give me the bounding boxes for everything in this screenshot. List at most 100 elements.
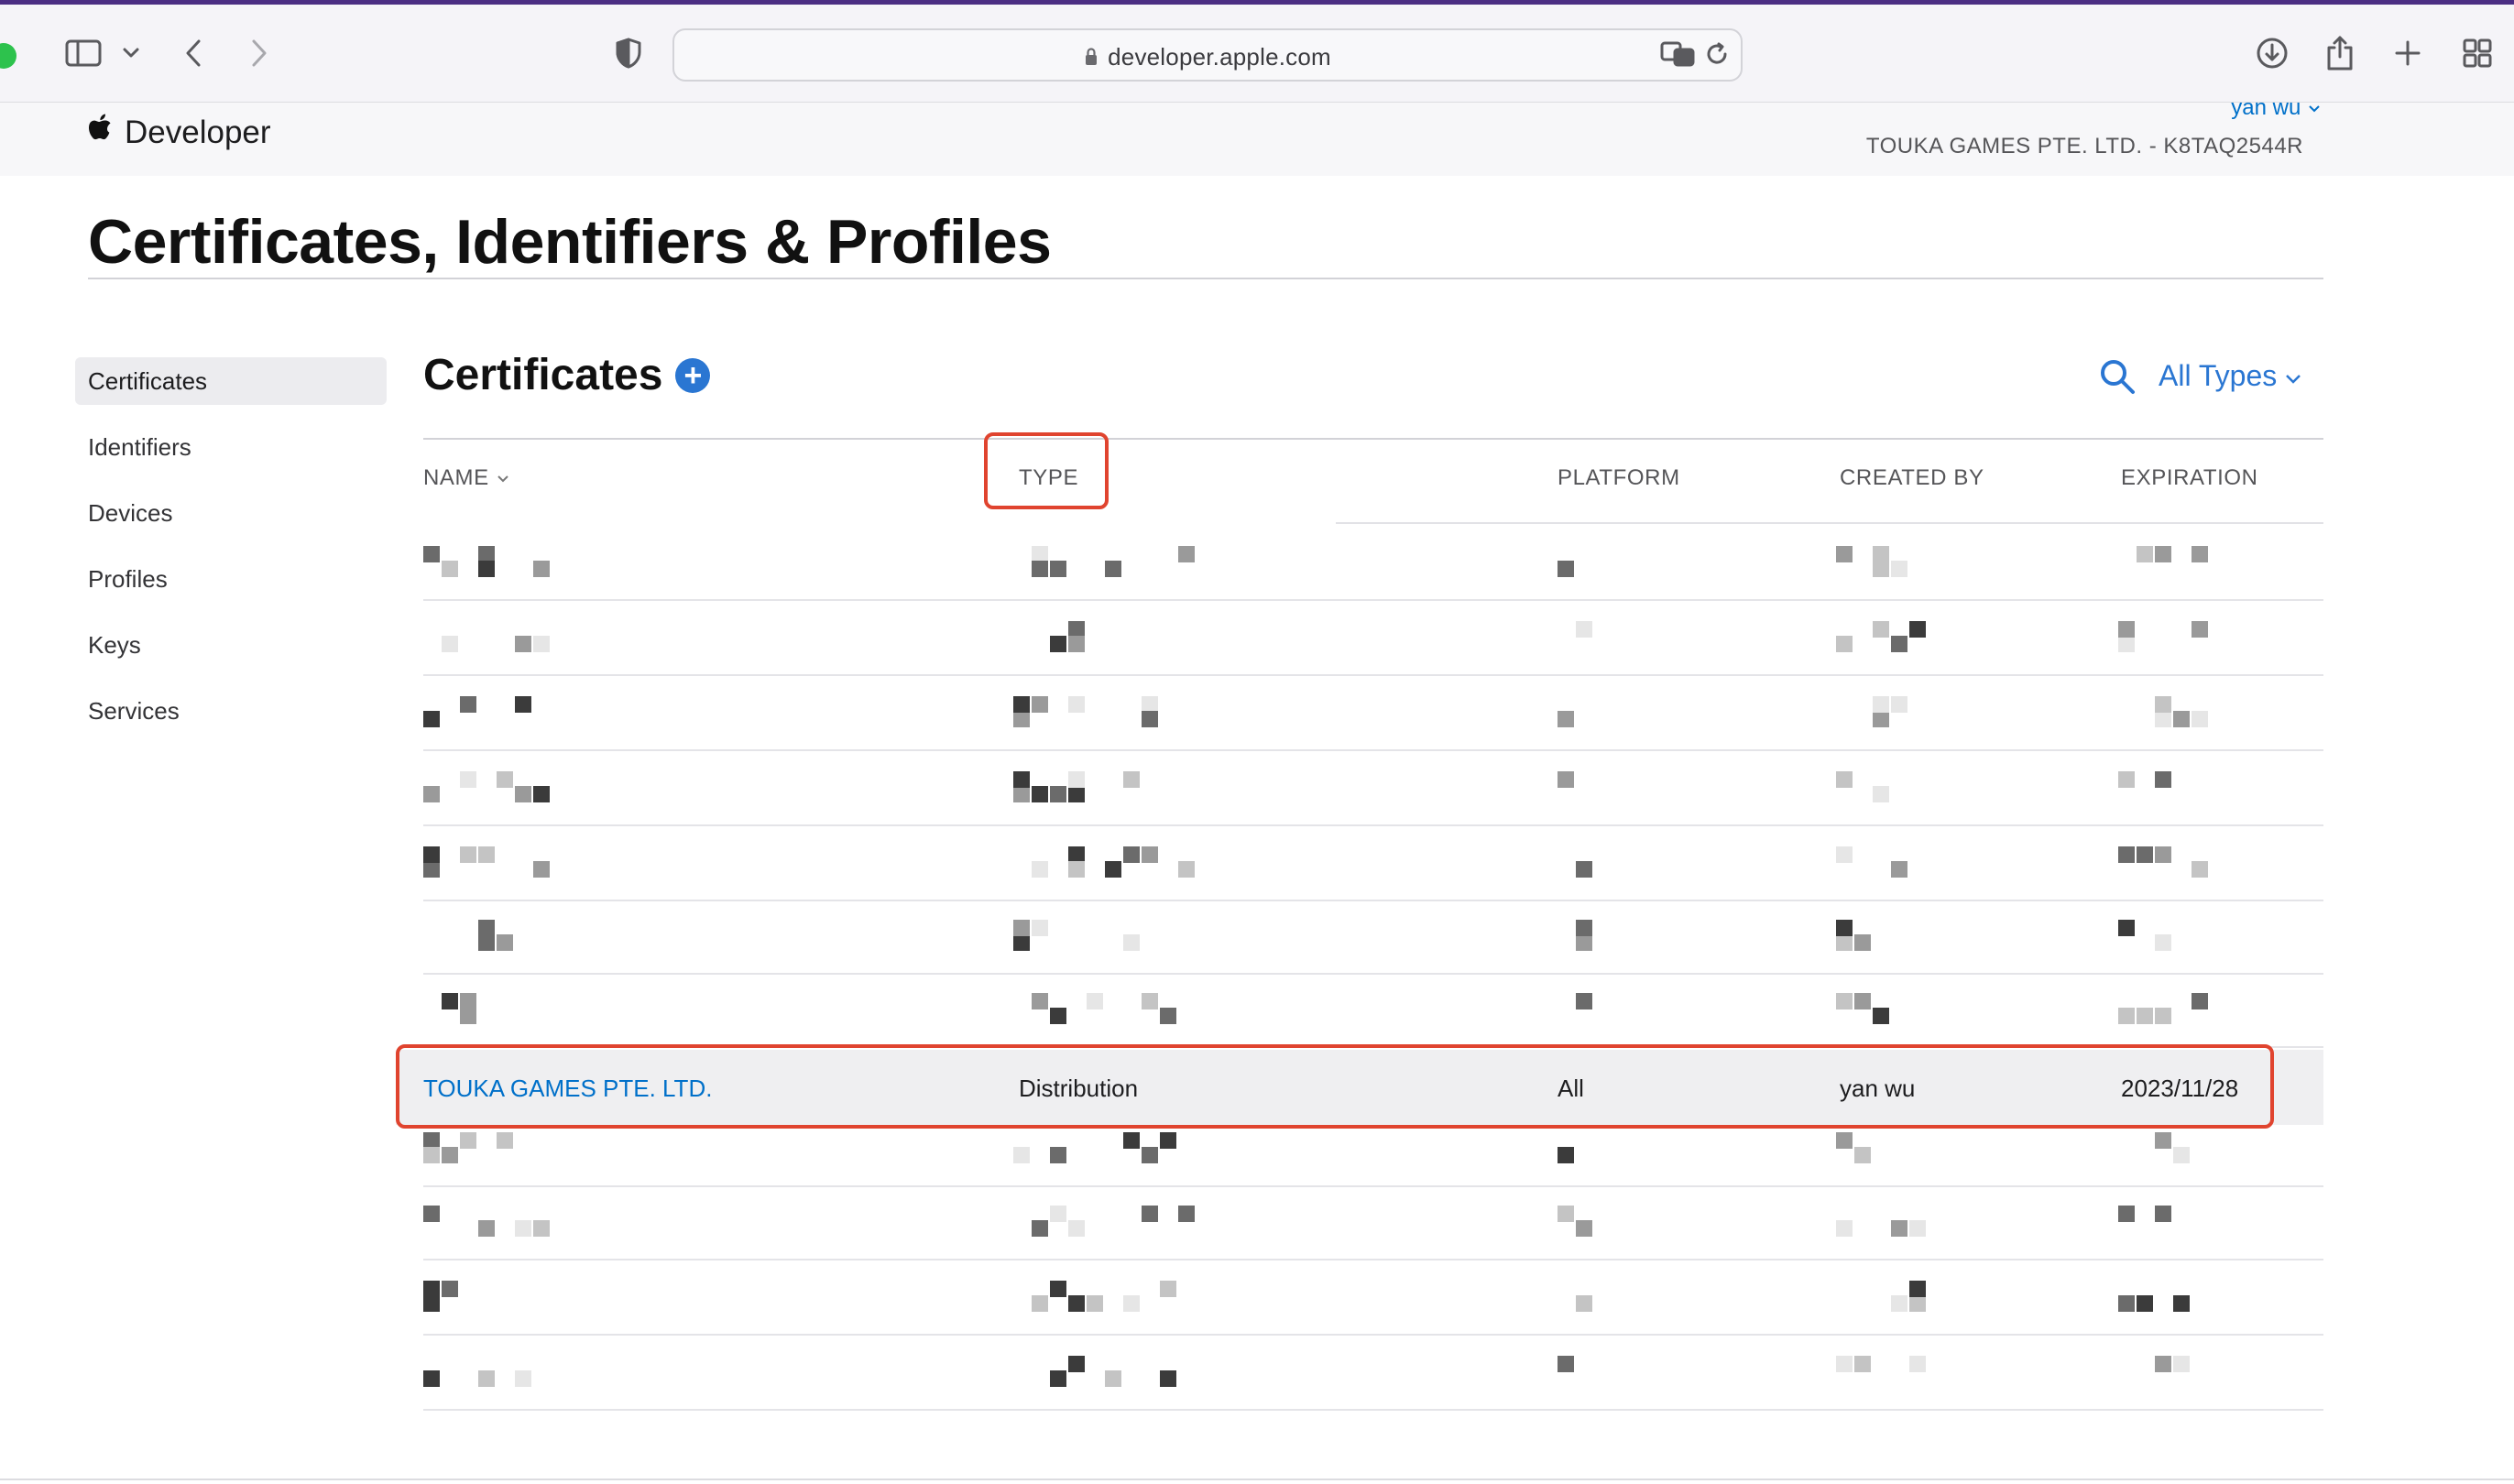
redacted-pixel <box>1123 846 1140 863</box>
redacted-pixel <box>1050 1370 1066 1387</box>
redacted-pixel <box>2155 1132 2171 1149</box>
redacted-pixel <box>2155 934 2171 951</box>
reload-icon[interactable] <box>1702 34 1732 74</box>
redacted-pixel <box>497 934 513 951</box>
redacted-pixel <box>1032 561 1048 577</box>
redacted-pixel <box>2155 1206 2171 1222</box>
redacted-pixel <box>1050 1008 1066 1024</box>
redacted-pixel <box>2118 920 2135 936</box>
sidebar-item-services[interactable]: Services <box>75 687 387 735</box>
redacted-pixel <box>1854 1356 1871 1372</box>
redacted-pixel <box>1558 1206 1574 1222</box>
redacted-pixel <box>1087 993 1103 1009</box>
redacted-pixel <box>442 636 458 652</box>
address-bar[interactable]: developer.apple.com <box>672 28 1743 82</box>
redacted-pixel <box>2173 1356 2190 1372</box>
column-header-platform[interactable]: PLATFORM <box>1558 465 1680 491</box>
redacted-pixel <box>423 786 440 802</box>
annotation-box-type <box>984 432 1109 509</box>
redacted-pixel <box>1891 696 1907 713</box>
redacted-pixel <box>1050 636 1066 652</box>
column-header-expiration[interactable]: EXPIRATION <box>2121 465 2258 491</box>
redacted-pixel <box>1558 1356 1574 1372</box>
url-text: developer.apple.com <box>674 43 1741 73</box>
redacted-pixel <box>1068 771 1085 788</box>
redacted-pixel <box>1160 1370 1176 1387</box>
sidebar-item-profiles[interactable]: Profiles <box>75 555 387 603</box>
redacted-pixel <box>1068 1356 1085 1372</box>
redacted-pixel <box>533 861 550 878</box>
header-divider <box>1336 522 2323 524</box>
privacy-shield-icon[interactable] <box>612 30 645 76</box>
redacted-pixel <box>460 771 476 788</box>
redacted-pixel <box>2173 1147 2190 1163</box>
redacted-pixel <box>1013 920 1030 936</box>
row-divider <box>423 824 2323 826</box>
redacted-pixel <box>1013 786 1030 802</box>
apple-logo-icon <box>88 112 115 153</box>
redacted-pixel <box>1013 696 1030 713</box>
redacted-pixel <box>2192 546 2208 562</box>
redacted-pixel <box>1105 1370 1121 1387</box>
sidebar-item-identifiers[interactable]: Identifiers <box>75 423 387 471</box>
redacted-pixel <box>478 1220 495 1237</box>
redacted-pixel <box>1836 1220 1853 1237</box>
redacted-pixel <box>1836 920 1853 936</box>
redacted-pixel <box>2137 1295 2153 1312</box>
sidebar-item-certificates[interactable]: Certificates <box>75 357 387 405</box>
sidebar-toggle-icon[interactable] <box>62 30 104 76</box>
redacted-pixel <box>423 711 440 727</box>
redacted-pixel <box>478 1370 495 1387</box>
redacted-pixel <box>1142 1206 1158 1222</box>
redacted-pixel <box>1013 771 1030 788</box>
redacted-pixel <box>2192 861 2208 878</box>
chevron-down-icon[interactable] <box>119 30 143 76</box>
share-icon[interactable] <box>2323 30 2356 76</box>
redacted-pixel <box>1178 546 1195 562</box>
column-header-name[interactable]: NAME <box>423 465 510 491</box>
redacted-pixel <box>1178 1206 1195 1222</box>
window-zoom-button[interactable] <box>0 43 16 69</box>
section-title-text: Certificates <box>423 351 663 399</box>
redacted-pixel <box>2155 846 2171 863</box>
redacted-pixel <box>1032 1295 1048 1312</box>
tab-overview-icon[interactable] <box>2459 30 2496 76</box>
redacted-pixel <box>1873 561 1889 577</box>
redacted-pixel <box>1050 1147 1066 1163</box>
redacted-pixel <box>533 636 550 652</box>
sidebar-item-keys[interactable]: Keys <box>75 621 387 669</box>
redacted-pixel <box>1142 993 1158 1009</box>
redacted-pixel <box>1013 1147 1030 1163</box>
forward-arrow-icon[interactable] <box>246 30 273 76</box>
redacted-pixel <box>533 786 550 802</box>
redacted-pixel <box>1105 861 1121 878</box>
browser-toolbar: developer.apple.com <box>0 5 2514 104</box>
developer-logo[interactable]: Developer <box>88 112 271 153</box>
redacted-pixel <box>1891 561 1907 577</box>
search-button[interactable] <box>2098 357 2137 400</box>
row-divider <box>423 1185 2323 1187</box>
redacted-pixel <box>1068 1295 1085 1312</box>
redacted-pixel <box>497 1132 513 1149</box>
redacted-pixel <box>442 1147 458 1163</box>
sidebar-nav: Certificates Identifiers Devices Profile… <box>75 357 387 753</box>
row-divider <box>423 599 2323 601</box>
redacted-pixel <box>2155 1008 2171 1024</box>
redacted-pixel <box>1909 1356 1926 1372</box>
downloads-icon[interactable] <box>2254 30 2290 76</box>
redacted-pixel <box>1558 561 1574 577</box>
sidebar-item-devices[interactable]: Devices <box>75 489 387 537</box>
redacted-pixel <box>1123 771 1140 788</box>
redacted-pixel <box>2137 846 2153 863</box>
redacted-pixel <box>1050 786 1066 802</box>
redacted-pixel <box>423 1370 440 1387</box>
redacted-pixel <box>1836 934 1853 951</box>
new-tab-icon[interactable] <box>2391 30 2424 76</box>
column-header-created-by[interactable]: CREATED BY <box>1840 465 1984 491</box>
type-filter-dropdown[interactable]: All Types <box>2159 359 2302 393</box>
add-certificate-button[interactable]: + <box>675 357 711 393</box>
user-menu[interactable]: yan wu <box>2231 95 2322 121</box>
redacted-pixel <box>1576 993 1592 1009</box>
back-arrow-icon[interactable] <box>180 30 207 76</box>
translate-icon[interactable] <box>1658 34 1697 74</box>
